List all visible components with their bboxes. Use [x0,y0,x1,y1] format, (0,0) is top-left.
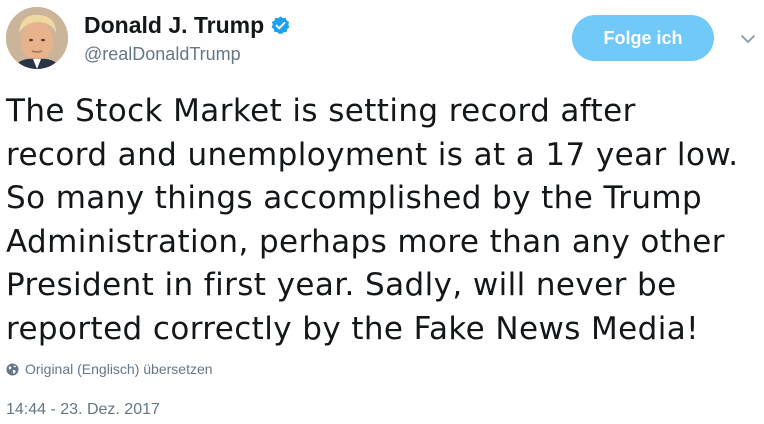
follow-button[interactable]: Folge ich [572,15,714,61]
tweet-card: Donald J. Trump @realDonaldTrump Folge i… [0,0,764,424]
chevron-down-icon[interactable] [737,28,759,50]
translate-label[interactable]: Original (Englisch) übersetzen [25,361,213,377]
author-name-row: Donald J. Trump [84,12,291,39]
tweet-text-line: record and unemployment is at a 17 year … [6,136,739,173]
tweet-timestamp[interactable]: 14:44 - 23. Dez. 2017 [6,401,160,419]
profile-photo-icon [6,7,68,69]
translate-link[interactable]: Original (Englisch) übersetzen [6,361,213,377]
user-handle[interactable]: @realDonaldTrump [84,44,241,65]
tweet-text-line: So many things accomplished by the Trump [6,180,703,216]
display-name[interactable]: Donald J. Trump [84,12,264,39]
tweet-text: The Stock Market is setting record after… [6,90,760,351]
tweet-text-line: reported correctly by the Fake News Medi… [6,310,699,347]
verified-badge-icon [270,15,291,36]
avatar[interactable] [6,7,68,69]
tweet-text-line: President in first year. Sadly, will nev… [6,267,677,303]
tweet-text-line: The Stock Market is setting record after [6,93,636,129]
globe-icon [6,362,19,376]
tweet-text-line: Administration, perhaps more than any ot… [6,223,725,260]
